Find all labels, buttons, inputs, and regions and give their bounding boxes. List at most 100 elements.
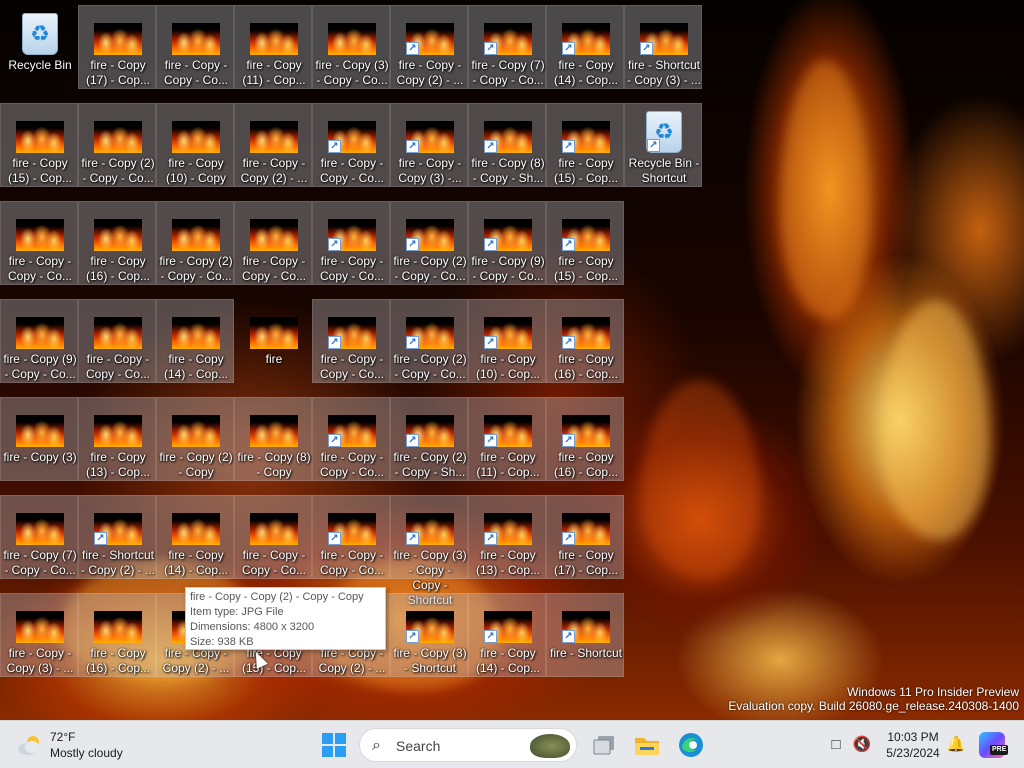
fire-image-thumbnail-icon xyxy=(94,121,142,153)
desktop-icon-file[interactable]: fire - Copy (11) - Cop... xyxy=(234,5,312,89)
start-button[interactable] xyxy=(322,733,346,757)
desktop-icon-file[interactable]: fire - Copy - Copy - Co... xyxy=(0,201,78,285)
desktop-icon-file[interactable]: fire - Copy (14) - Cop... xyxy=(156,495,234,579)
desktop-icon-file[interactable]: ↗ fire - Copy (3) - Shortcut xyxy=(390,593,468,677)
desktop-icon-label: fire - Copy - Copy (2) - ... xyxy=(318,646,386,675)
desktop-icon-label: fire - Copy (11) - Cop... xyxy=(242,58,306,87)
file-explorer-icon[interactable] xyxy=(632,730,662,760)
desktop-icon-file[interactable]: ↗ fire - Shortcut xyxy=(546,593,624,677)
desktop-icon-label: fire - Copy - Copy - Co... xyxy=(7,254,73,283)
fire-image-thumbnail-icon: ↗ xyxy=(484,317,532,349)
fire-image-thumbnail-icon xyxy=(250,23,298,55)
desktop-icon-file[interactable]: fire - Copy (2) - Copy - Co... xyxy=(156,201,234,285)
desktop-icon-file[interactable]: ↗ fire - Copy (15) - Cop... xyxy=(546,103,624,187)
desktop-icon-file[interactable]: ↗ fire - Copy - Copy - Co... xyxy=(312,201,390,285)
desktop-icon-file[interactable]: fire - Copy - Copy (3) - ... xyxy=(0,593,78,677)
desktop-icon-file[interactable]: fire - Copy (8) - Copy xyxy=(234,397,312,481)
desktop-icon-file[interactable]: fire - Copy (3) - Copy - Co... xyxy=(312,5,390,89)
desktop-icon-recycle-bin[interactable]: ♻ ↗ Recycle Bin - Shortcut xyxy=(624,103,702,187)
desktop-icon-file[interactable]: ↗ fire - Copy (11) - Cop... xyxy=(468,397,546,481)
desktop-icon-file[interactable]: ↗ fire - Copy (16) - Cop... xyxy=(546,299,624,383)
desktop-icon-file[interactable]: ↗ fire - Copy - Copy - Co... xyxy=(312,299,390,383)
desktop-icon-file[interactable]: fire - Copy (10) - Copy xyxy=(156,103,234,187)
desktop-icon-file[interactable]: fire - Copy (2) - Copy - Co... xyxy=(78,103,156,187)
desktop-icon-file[interactable]: fire - Copy - Copy - Co... xyxy=(78,299,156,383)
desktop-icon-file[interactable]: fire xyxy=(234,299,312,383)
desktop-icon-file[interactable]: fire - Copy (2) - Copy xyxy=(156,397,234,481)
fire-image-thumbnail-icon xyxy=(94,317,142,349)
fire-image-thumbnail-icon: ↗ xyxy=(484,121,532,153)
desktop-icon-file[interactable]: fire - Copy - Copy - Co... xyxy=(234,495,312,579)
fire-image-thumbnail-icon xyxy=(172,23,220,55)
desktop-icon-file[interactable]: ↗ fire - Copy (2) - Copy - Co... xyxy=(390,201,468,285)
fire-image-thumbnail-icon: ↗ xyxy=(328,219,376,251)
fire-image-thumbnail-icon xyxy=(16,611,64,643)
display-icon[interactable]: □ xyxy=(826,735,846,755)
desktop-icon-file[interactable]: ↗ fire - Copy (8) - Copy - Sh... xyxy=(468,103,546,187)
desktop-icon-file[interactable]: ↗ fire - Copy (16) - Cop... xyxy=(546,397,624,481)
desktop-icon-file[interactable]: ↗ fire - Shortcut - Copy (3) - ... xyxy=(624,5,702,89)
fire-image-thumbnail-icon xyxy=(94,415,142,447)
fire-image-thumbnail-icon: ↗ xyxy=(562,121,610,153)
desktop-icon-file[interactable]: ↗ fire - Copy (15) - Cop... xyxy=(546,201,624,285)
weather-widget[interactable]: 72°F Mostly cloudy xyxy=(14,729,144,761)
desktop-icon-file[interactable]: fire - Copy (7) - Copy - Co... xyxy=(0,495,78,579)
desktop-icon-file[interactable]: fire - Copy - Copy (2) - ... xyxy=(234,103,312,187)
desktop-icon-recycle-bin[interactable]: ♻ Recycle Bin xyxy=(0,5,78,89)
desktop-icon-file[interactable]: ↗ fire - Copy - Copy - Co... xyxy=(312,495,390,579)
desktop-icon-file[interactable]: ↗ fire - Copy - Copy - Co... xyxy=(312,397,390,481)
fire-image-thumbnail-icon: ↗ xyxy=(406,219,454,251)
desktop-icon-label: fire - Copy (13) - Cop... xyxy=(85,450,151,479)
desktop-icon-file[interactable]: ↗ fire - Copy (9) - Copy - Co... xyxy=(468,201,546,285)
volume-muted-icon[interactable]: 🔇 xyxy=(852,735,872,755)
fire-image-thumbnail-icon xyxy=(16,317,64,349)
fire-image-thumbnail-icon xyxy=(172,219,220,251)
edge-icon[interactable] xyxy=(676,730,706,760)
desktop-icon-file[interactable]: ↗ fire - Copy (2) - Copy - Sh... xyxy=(390,397,468,481)
desktop-icon-file[interactable]: ↗ fire - Copy (13) - Cop... xyxy=(468,495,546,579)
desktop-icon-file[interactable]: ↗ fire - Copy (17) - Cop... xyxy=(546,495,624,579)
fire-image-thumbnail-icon: ↗ xyxy=(406,317,454,349)
tooltip-size: Size: 938 KB xyxy=(190,636,254,648)
desktop-icon-file[interactable]: fire - Copy (13) - Cop... xyxy=(78,397,156,481)
shortcut-arrow-icon: ↗ xyxy=(328,532,341,545)
desktop-icon-file[interactable]: fire - Copy (17) - Cop... xyxy=(78,5,156,89)
desktop-icon-label: fire - Copy (17) - Cop... xyxy=(553,548,619,577)
shortcut-arrow-icon: ↗ xyxy=(328,238,341,251)
desktop-icon-label: fire - Copy (15) - Cop... xyxy=(241,646,307,675)
desktop-icon-file[interactable]: ↗ fire - Copy - Copy (2) - ... xyxy=(390,5,468,89)
shortcut-arrow-icon: ↗ xyxy=(562,532,575,545)
desktop-icon-file[interactable]: fire - Copy (16) - Cop... xyxy=(78,201,156,285)
desktop-icon-file[interactable]: fire - Copy (9) - Copy - Co... xyxy=(0,299,78,383)
desktop-icon-file[interactable]: ↗ fire - Shortcut - Copy (2) - ... xyxy=(78,495,156,579)
weather-condition: Mostly cloudy xyxy=(50,746,123,760)
desktop-icon-file[interactable]: ↗ fire - Copy (7) - Copy - Co... xyxy=(468,5,546,89)
notifications-bell-icon[interactable]: 🔔 xyxy=(946,735,966,755)
taskbar-clock[interactable]: 10:03 PM 5/23/2024 xyxy=(880,729,946,761)
copilot-icon[interactable]: PRE xyxy=(979,732,1009,758)
desktop-icon-file[interactable]: ↗ fire - Copy (14) - Cop... xyxy=(546,5,624,89)
desktop-icon-file[interactable]: fire - Copy (14) - Cop... xyxy=(156,299,234,383)
shortcut-arrow-icon: ↗ xyxy=(562,42,575,55)
desktop-icon-file[interactable]: fire - Copy (3) xyxy=(0,397,78,481)
desktop-icon-file[interactable]: ↗ fire - Copy - Copy (3) -... xyxy=(390,103,468,187)
desktop-icon-file[interactable]: ↗ fire - Copy (14) - Cop... xyxy=(468,593,546,677)
desktop-icon-label: fire - Copy (17) - Cop... xyxy=(85,58,151,87)
desktop-icon-file[interactable]: ↗ fire - Copy (2) - Copy - Co... xyxy=(390,299,468,383)
desktop-icon-file[interactable]: fire - Copy - Copy - Co... xyxy=(156,5,234,89)
shortcut-arrow-icon: ↗ xyxy=(328,140,341,153)
fire-image-thumbnail-icon: ↗ xyxy=(406,611,454,643)
fire-image-thumbnail-icon xyxy=(16,121,64,153)
shortcut-arrow-icon: ↗ xyxy=(562,140,575,153)
desktop-icon-file[interactable]: ↗ fire - Copy (10) - Cop... xyxy=(468,299,546,383)
clock-time: 10:03 PM xyxy=(887,730,939,744)
shortcut-arrow-icon: ↗ xyxy=(328,434,341,447)
desktop-icon-file[interactable]: fire - Copy (15) - Cop... xyxy=(0,103,78,187)
taskbar-search-box[interactable]: ⌕ Search xyxy=(359,728,577,762)
desktop-icon-file[interactable]: fire - Copy (16) - Cop... xyxy=(78,593,156,677)
desktop-icon-file[interactable]: ↗ fire - Copy (3) - Copy - Copy - Shortcu… xyxy=(390,495,468,607)
desktop-icon-file[interactable]: fire - Copy - Copy - Co... xyxy=(234,201,312,285)
windows-logo-pane xyxy=(322,746,333,757)
desktop-icon-file[interactable]: ↗ fire - Copy - Copy - Co... xyxy=(312,103,390,187)
task-view-icon[interactable] xyxy=(590,730,620,760)
